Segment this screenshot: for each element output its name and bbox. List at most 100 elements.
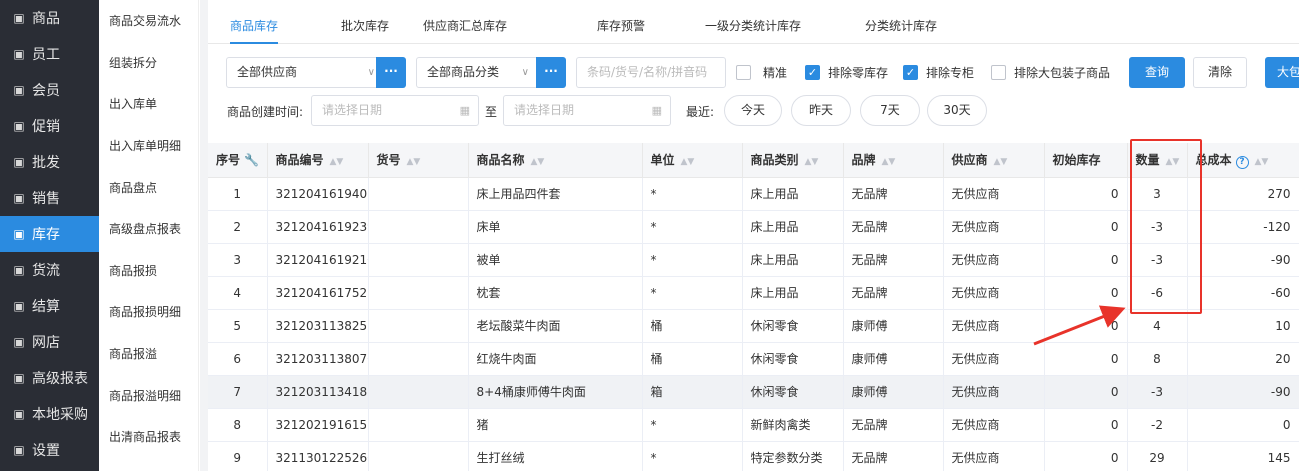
start-date-input[interactable]: 请选择日期 ▦ xyxy=(311,95,479,126)
sidebar-item-9[interactable]: ▣ 网店 xyxy=(0,324,99,360)
submenu-item[interactable]: 商品盘点 xyxy=(99,166,198,208)
sidebar-item-8[interactable]: ▣ 结算 xyxy=(0,288,99,324)
col-header-total-cost[interactable]: 总成本? ▲▼ xyxy=(1187,143,1299,178)
wrench-icon[interactable]: 🔧 xyxy=(244,153,259,167)
recent-today-button[interactable]: 今天 xyxy=(724,95,782,126)
sidebar-item-11[interactable]: ▣ 本地采购 xyxy=(0,396,99,432)
tab-0[interactable]: 商品库存 xyxy=(230,8,279,44)
search-input[interactable]: 条码/货号/名称/拼音码 xyxy=(576,57,726,88)
table-cell[interactable]: 29 xyxy=(1127,441,1188,471)
table-cell: 0 xyxy=(1044,210,1128,244)
sort-icon[interactable]: ▲▼ xyxy=(531,157,545,167)
table-cell[interactable]: 3 xyxy=(1127,177,1188,211)
exclude-special-checkbox[interactable]: ✓ xyxy=(903,65,918,80)
sidebar-item-0[interactable]: ▣ 商品 xyxy=(0,0,99,36)
submenu-item[interactable]: 商品报损 xyxy=(99,250,198,292)
sidebar-item-10[interactable]: ▣ 高级报表 xyxy=(0,360,99,396)
tab-2[interactable]: 供应商汇总库存 xyxy=(423,8,507,44)
submenu-item[interactable]: 商品报损明细 xyxy=(99,291,198,333)
table-cell[interactable]: -3 xyxy=(1127,375,1188,409)
recent-30days-button[interactable]: 30天 xyxy=(927,95,987,126)
submenu-item[interactable]: 出清商品报表 xyxy=(99,416,198,458)
submenu-item[interactable]: 商品报溢 xyxy=(99,333,198,375)
table-row[interactable]: 3 3212041619210 被单 * 床上用品 无品牌 无供应商 0 -3 -90 xyxy=(208,243,1299,277)
end-date-input[interactable]: 请选择日期 ▦ xyxy=(503,95,671,126)
col-header-label: 商品编号 xyxy=(275,153,324,168)
col-header-index[interactable]: 序号 🔧 xyxy=(208,143,268,178)
submenu-item[interactable]: 商品报溢明细 xyxy=(99,374,198,416)
table-cell: 床上用品 xyxy=(742,177,844,211)
sidebar-item-label: 库存 xyxy=(32,227,60,243)
table-row[interactable]: 7 3212031134185 8+4桶康师傅牛肉面箱休闲零食 康师傅 无供应商 0 -3-… xyxy=(208,375,1299,409)
submenu-item[interactable]: 出入库单明细 xyxy=(99,125,198,167)
sidebar-item-5[interactable]: ▣ 销售 xyxy=(0,180,99,216)
gear-icon: ▣ xyxy=(13,443,25,457)
submenu-item[interactable]: 商品交易流水 xyxy=(99,0,198,42)
sidebar-item-12[interactable]: ▣ 设置 xyxy=(0,432,99,468)
sidebar-item-3[interactable]: ▣ 促销 xyxy=(0,108,99,144)
exclude-bulk-checkbox[interactable] xyxy=(991,65,1006,80)
tab-5[interactable]: 分类统计库存 xyxy=(865,8,937,44)
table-cell xyxy=(368,441,469,471)
submenu-item[interactable]: 高级盘点报表 xyxy=(99,208,198,250)
category-select[interactable]: 全部商品分类 ∨ xyxy=(416,57,538,88)
table-cell[interactable]: 8 xyxy=(1127,342,1188,376)
sort-icon[interactable]: ▲▼ xyxy=(805,157,819,167)
sort-icon[interactable]: ▲▼ xyxy=(882,157,896,167)
table-cell[interactable]: -3 xyxy=(1127,243,1188,277)
sort-icon[interactable]: ▲▼ xyxy=(1166,157,1180,167)
table-cell: 9 xyxy=(208,441,268,471)
recent-7days-button[interactable]: 7天 xyxy=(860,95,920,126)
table-cell: 3212031134185 xyxy=(267,375,369,409)
submenu-item[interactable]: 出入库单 xyxy=(99,83,198,125)
col-header-supplier[interactable]: 供应商 ▲▼ xyxy=(943,143,1045,178)
supplier-select[interactable]: 全部供应商 ∨ xyxy=(226,57,384,88)
table-row[interactable]: 1 3212041619405 床上用品四件套 * 床上用品 无品牌 无供应商 0 3 270 xyxy=(208,177,1299,211)
table-cell: 无供应商 xyxy=(943,375,1045,409)
category-picker-button[interactable]: ··· xyxy=(536,57,566,88)
big-package-button[interactable]: 大包 xyxy=(1265,57,1299,88)
submenu-item[interactable]: 组装拆分 xyxy=(99,42,198,84)
table-cell[interactable]: 4 xyxy=(1127,309,1188,343)
exclude-zero-checkbox[interactable]: ✓ xyxy=(805,65,820,80)
tab-3[interactable]: 库存预警 xyxy=(597,8,645,44)
query-button[interactable]: 查询 xyxy=(1129,57,1185,88)
table-row[interactable]: 4 3212041617525 枕套 * 床上用品 无品牌 无供应商 0 -6 -60 xyxy=(208,276,1299,310)
sort-icon[interactable]: ▲▼ xyxy=(1255,157,1269,167)
table-cell: 8 xyxy=(208,408,268,442)
sidebar-item-4[interactable]: ▣ 批发 xyxy=(0,144,99,180)
col-header-category[interactable]: 商品类别 ▲▼ xyxy=(742,143,844,178)
tab-4[interactable]: 一级分类统计库存 xyxy=(705,8,801,44)
tab-1[interactable]: 批次库存 xyxy=(341,8,389,44)
table-cell[interactable]: -3 xyxy=(1127,210,1188,244)
col-header-quantity[interactable]: 数量 ▲▼ xyxy=(1127,143,1188,178)
sidebar-item-2[interactable]: ▣ 会员 xyxy=(0,72,99,108)
col-header-code[interactable]: 商品编号 ▲▼ xyxy=(267,143,369,178)
col-header-sku[interactable]: 货号 ▲▼ xyxy=(368,143,469,178)
recent-yesterday-button[interactable]: 昨天 xyxy=(791,95,851,126)
table-row[interactable]: 6 3212031138070 红烧牛肉面桶休闲零食 康师傅 无供应商 0 8 20 xyxy=(208,342,1299,376)
inventory-table: 序号 🔧 商品编号 ▲▼ 货号 ▲▼ 商品名称 ▲▼ 单位 ▲▼ 商品类别 ▲▼ 品牌 ▲▼ … xyxy=(208,143,1299,471)
table-row[interactable]: 2 3212041619239 床单 * 床上用品 无品牌 无供应商 0 -3 -120 xyxy=(208,210,1299,244)
table-cell[interactable]: -2 xyxy=(1127,408,1188,442)
sort-icon[interactable]: ▲▼ xyxy=(407,157,421,167)
clear-button[interactable]: 清除 xyxy=(1193,57,1247,88)
table-cell[interactable]: -6 xyxy=(1127,276,1188,310)
sort-icon[interactable]: ▲▼ xyxy=(994,157,1008,167)
table-row[interactable]: 9 3211301225260 生打丝绒 * 特定参数分类 无品牌 无供应商 0 29 145 xyxy=(208,441,1299,471)
supplier-picker-button[interactable]: ··· xyxy=(376,57,406,88)
col-header-name[interactable]: 商品名称 ▲▼ xyxy=(468,143,643,178)
member-icon: ▣ xyxy=(13,83,25,97)
sort-icon[interactable]: ▲▼ xyxy=(681,157,695,167)
col-header-initial-stock[interactable]: 初始库存 xyxy=(1044,143,1128,178)
table-row[interactable]: 8 3212021916155 猪 * 新鲜肉禽类 无品牌 无供应商 0 -2 0 xyxy=(208,408,1299,442)
precise-checkbox[interactable] xyxy=(736,65,751,80)
sort-icon[interactable]: ▲▼ xyxy=(330,157,344,167)
col-header-brand[interactable]: 品牌 ▲▼ xyxy=(843,143,944,178)
table-row[interactable]: 5 3212031138252 老坛酸菜牛肉面桶休闲零食 康师傅 无供应商 0 4 10 xyxy=(208,309,1299,343)
help-icon[interactable]: ? xyxy=(1235,155,1249,169)
sidebar-item-7[interactable]: ▣ 货流 xyxy=(0,252,99,288)
sidebar-item-6[interactable]: ▣ 库存 xyxy=(0,216,99,252)
col-header-unit[interactable]: 单位 ▲▼ xyxy=(642,143,743,178)
sidebar-item-1[interactable]: ▣ 员工 xyxy=(0,36,99,72)
